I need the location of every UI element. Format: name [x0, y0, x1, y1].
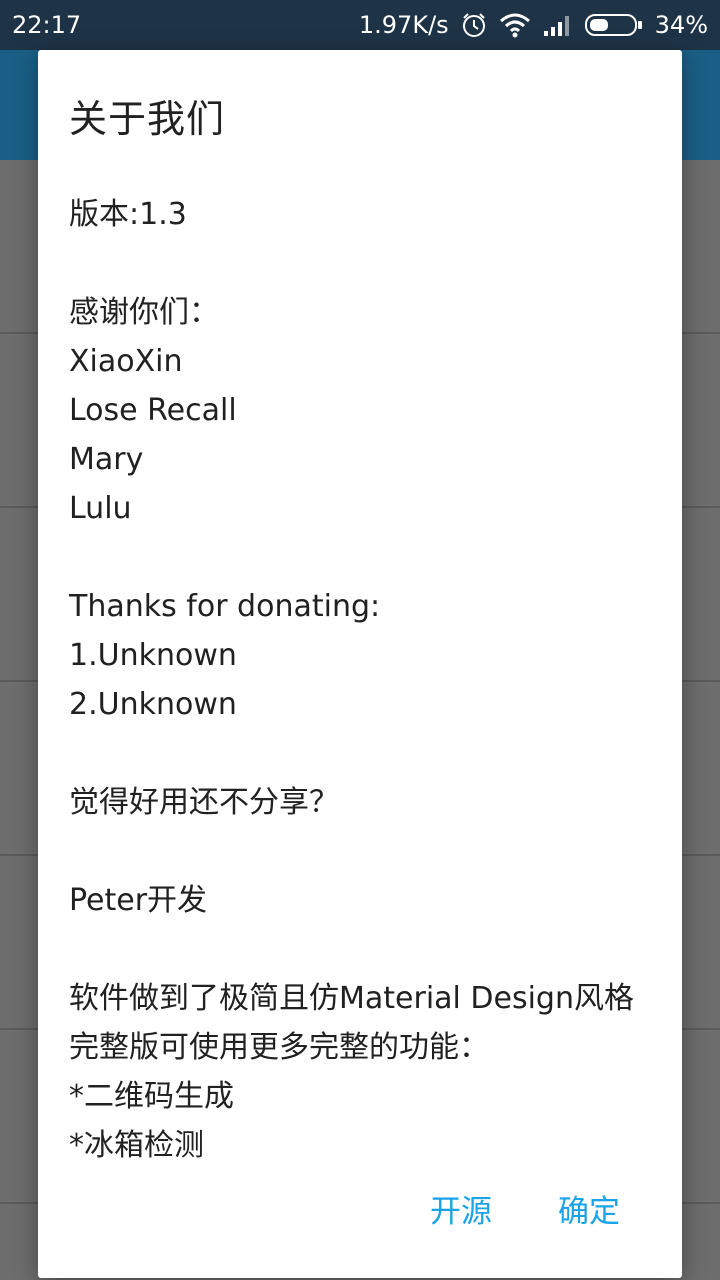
confirm-button[interactable]: 确定	[558, 1186, 620, 1231]
message-line: Peter开发	[69, 883, 208, 918]
message-line: *冰箱检测	[69, 1128, 204, 1163]
message-line	[69, 239, 659, 288]
dialog-actions: 开源 确定	[38, 1186, 682, 1236]
battery-icon	[584, 13, 643, 37]
message-line: 1.Unknown	[69, 638, 237, 673]
dialog-title: 关于我们	[69, 97, 226, 141]
message-line: Mary	[69, 442, 144, 477]
message-line: 软件做到了极简且仿Material Design风格	[69, 981, 634, 1016]
battery-percentage: 34%	[654, 11, 708, 39]
network-speed: 1.97K/s	[358, 11, 449, 39]
message-line: 版本:1.3	[69, 197, 187, 232]
signal-icon	[543, 13, 573, 37]
wifi-icon	[499, 12, 531, 38]
open-source-button[interactable]: 开源	[430, 1186, 492, 1231]
message-line	[69, 729, 659, 778]
about-dialog: 关于我们 版本:1.3 感谢你们： XiaoXin Lose Recall Ma…	[38, 50, 682, 1278]
message-line: 2.Unknown	[69, 687, 237, 722]
message-line: Thanks for donating:	[69, 589, 381, 624]
alarm-icon	[461, 12, 487, 38]
message-line: 感谢你们：	[69, 295, 219, 330]
message-line: 觉得好用还不分享？	[69, 785, 339, 820]
status-right-group: 1.97K/s 34%	[359, 11, 708, 39]
dialog-message[interactable]: 版本:1.3 感谢你们： XiaoXin Lose Recall Mary Lu…	[69, 190, 659, 1205]
message-line	[69, 925, 659, 974]
message-line: 完整版可使用更多完整的功能：	[69, 1030, 489, 1065]
status-time: 22:17	[12, 11, 82, 39]
message-line: XiaoXin	[69, 344, 183, 379]
message-line: Lose Recall	[69, 393, 237, 428]
message-line: Lulu	[69, 491, 132, 526]
message-line	[69, 533, 659, 582]
message-line: *二维码生成	[69, 1079, 234, 1114]
status-bar: 22:17 1.97K/s 34%	[0, 0, 720, 50]
message-line	[69, 827, 659, 876]
